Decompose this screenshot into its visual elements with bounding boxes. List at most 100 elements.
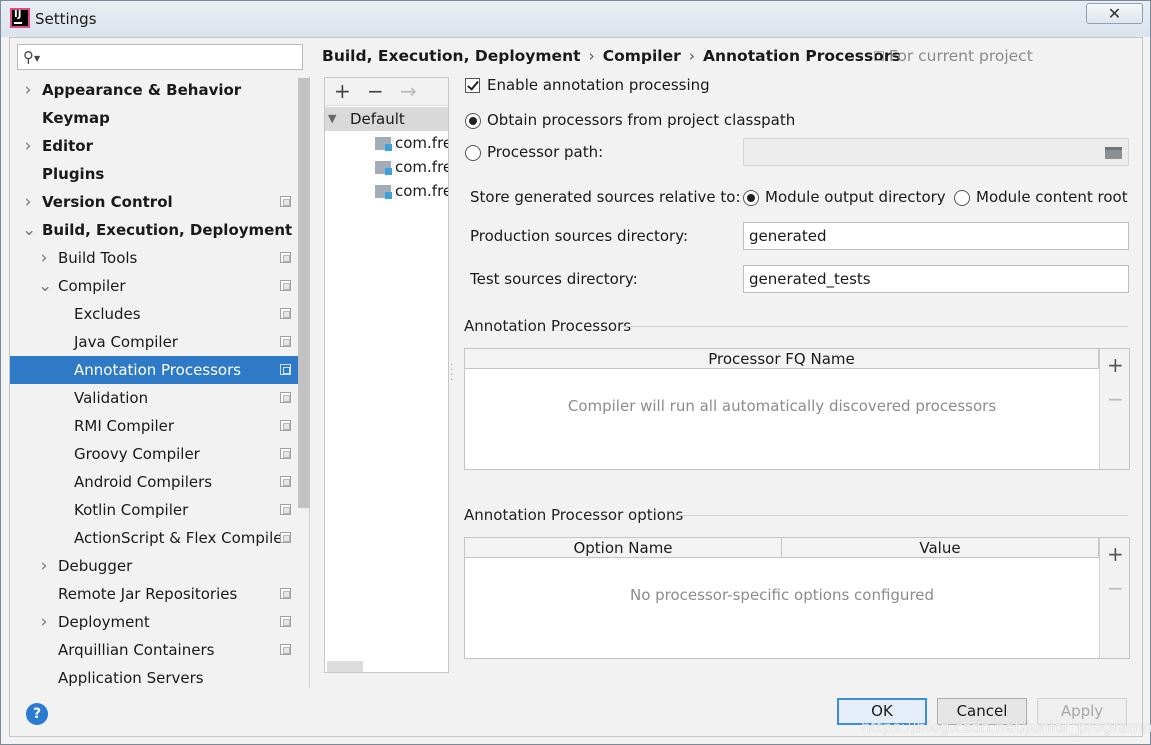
move-to-profile-button[interactable]: → (400, 79, 417, 103)
processor-path-radio[interactable] (465, 145, 481, 161)
sidebar-item[interactable]: Kotlin Compiler (10, 496, 309, 524)
sidebar-item[interactable]: Annotation Processors (10, 356, 309, 384)
module-output-radio[interactable] (743, 190, 759, 206)
sidebar-item[interactable]: Keymap (10, 104, 309, 132)
sidebar-item[interactable]: Groovy Compiler (10, 440, 309, 468)
options-empty-text: No processor-specific options configured (629, 586, 935, 604)
remove-processor-button[interactable]: − (1107, 387, 1124, 411)
sidebar-item-label: Remote Jar Repositories (58, 585, 238, 603)
module-icon (375, 161, 392, 175)
sidebar-item[interactable]: RMI Compiler (10, 412, 309, 440)
obtain-classpath-label: Obtain processors from project classpath (487, 111, 796, 129)
profile-default[interactable]: ▼ Default (325, 107, 448, 131)
folder-open-icon[interactable] (1105, 147, 1122, 159)
sidebar-item-label: Annotation Processors (74, 361, 242, 379)
option-name-header[interactable]: Option Name (465, 538, 782, 558)
sidebar-item-label: Application Servers (58, 669, 204, 687)
project-scope-icon (874, 51, 884, 61)
sidebar-item[interactable]: ⌄ Build, Execution, Deployment (10, 216, 309, 244)
splitter-handle[interactable]: · · · · (450, 361, 453, 386)
sidebar-item[interactable]: › Debugger (10, 552, 309, 580)
sidebar-scrollbar[interactable] (298, 78, 310, 508)
sidebar-item-label: Build Tools (58, 249, 138, 267)
profile-module[interactable]: com.fre (375, 155, 448, 179)
profile-module[interactable]: com.fre (375, 179, 448, 203)
sidebar-item[interactable]: › Build Tools (10, 244, 309, 272)
sidebar-item[interactable]: Arquillian Containers (10, 636, 309, 664)
sidebar-item[interactable]: Plugins (10, 160, 309, 188)
sidebar-item-label: Arquillian Containers (58, 641, 215, 659)
breadcrumb: Build, Execution, Deployment › Compiler › An… (322, 47, 901, 65)
processor-path-field[interactable] (743, 138, 1129, 166)
processors-table[interactable]: Processor FQ Name Compiler will run all … (464, 348, 1130, 470)
sidebar-item[interactable]: › Version Control (10, 188, 309, 216)
project-scope-icon (280, 532, 291, 543)
project-scope-icon (280, 308, 291, 319)
breadcrumb-part: Compiler (602, 47, 681, 65)
chevron-right-icon[interactable]: › (22, 132, 34, 160)
production-sources-field[interactable]: generated (743, 222, 1129, 250)
sidebar-item-label: Appearance & Behavior (42, 81, 242, 99)
sidebar-item[interactable]: Java Compiler (10, 328, 309, 356)
sidebar-item[interactable]: Validation (10, 384, 309, 412)
add-processor-button[interactable]: + (1107, 353, 1124, 377)
sidebar-item-label: Editor (42, 137, 93, 155)
sidebar-item[interactable]: Excludes (10, 300, 309, 328)
project-scope-icon (280, 392, 291, 403)
module-content-radio[interactable] (954, 190, 970, 206)
profile-module[interactable]: com.fre (375, 131, 448, 155)
processor-fq-name-header[interactable]: Processor FQ Name (465, 349, 1099, 369)
chevron-down-icon[interactable]: ⌄ (38, 272, 52, 300)
test-sources-field[interactable]: generated_tests (743, 265, 1129, 293)
settings-dialog: Settings ✕ ⚲▼ › Appearance & Behavior Keym… (0, 0, 1151, 745)
module-content-label: Module content root (976, 188, 1128, 206)
chevron-down-icon[interactable]: ⌄ (22, 216, 36, 244)
project-scope-icon (280, 616, 291, 627)
section-divider (622, 326, 1128, 327)
breadcrumb-separator: › (588, 47, 595, 65)
processors-empty-text: Compiler will run all automatically disc… (567, 397, 997, 415)
project-scope-icon (280, 280, 291, 291)
scope-indicator: For current project (874, 47, 1033, 65)
sidebar-item-label: Groovy Compiler (74, 445, 200, 463)
add-profile-button[interactable]: + (334, 79, 351, 103)
sidebar-item[interactable]: ⌄ Compiler (10, 272, 309, 300)
sidebar-item-label: Excludes (74, 305, 141, 323)
project-scope-icon (280, 336, 291, 347)
sidebar-item[interactable]: Remote Jar Repositories (10, 580, 309, 608)
sidebar-item[interactable]: › Deployment (10, 608, 309, 636)
enable-annotation-checkbox[interactable] (465, 78, 480, 93)
sidebar-item-label: Deployment (58, 613, 150, 631)
obtain-classpath-radio[interactable] (465, 113, 481, 129)
chevron-right-icon[interactable]: › (22, 188, 34, 216)
sidebar-item[interactable]: › Editor (10, 132, 309, 160)
remove-option-button[interactable]: − (1107, 576, 1124, 600)
profiles-horizontal-scrollbar[interactable] (327, 661, 363, 672)
sidebar-item-label: Kotlin Compiler (74, 501, 189, 519)
project-scope-icon (280, 420, 291, 431)
sidebar-item[interactable]: Application Servers (10, 664, 309, 688)
intellij-app-icon (10, 8, 30, 28)
option-value-header[interactable]: Value (782, 538, 1099, 558)
chevron-right-icon[interactable]: › (38, 552, 50, 580)
chevron-right-icon[interactable]: › (38, 608, 50, 636)
chevron-right-icon[interactable]: › (22, 76, 34, 104)
help-button[interactable]: ? (26, 703, 48, 725)
project-scope-icon (280, 196, 291, 207)
title-bar: Settings ✕ (1, 1, 1150, 37)
profiles-toolbar: + − → (325, 78, 448, 106)
add-option-button[interactable]: + (1107, 542, 1124, 566)
sidebar-item-label: Debugger (58, 557, 133, 575)
close-button[interactable]: ✕ (1086, 3, 1143, 24)
sidebar-item[interactable]: › Appearance & Behavior (10, 76, 309, 104)
sidebar-item[interactable]: ActionScript & Flex Compile (10, 524, 309, 552)
settings-search-input[interactable]: ⚲▼ (17, 44, 303, 70)
sidebar-item[interactable]: Android Compilers (10, 468, 309, 496)
options-table-toolbar: + − (1099, 538, 1129, 658)
search-icon: ⚲▼ (23, 48, 41, 66)
chevron-right-icon[interactable]: › (38, 244, 50, 272)
options-table[interactable]: Option Name Value No processor-specific … (464, 537, 1130, 659)
enable-annotation-label: Enable annotation processing (487, 76, 710, 94)
sidebar-item-label: Android Compilers (74, 473, 213, 491)
remove-profile-button[interactable]: − (367, 79, 384, 103)
